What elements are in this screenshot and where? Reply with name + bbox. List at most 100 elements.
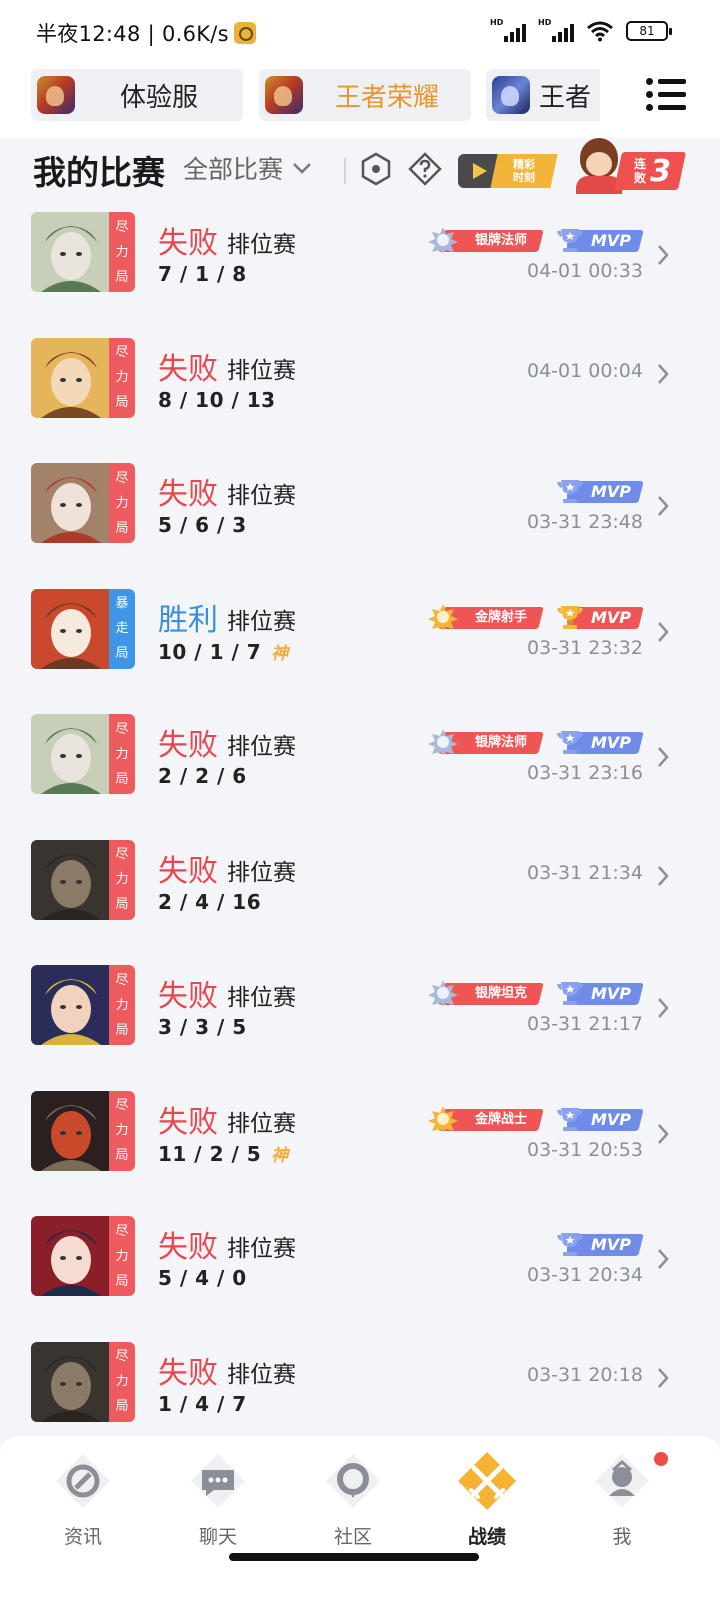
match-type: 排位赛 [227,608,296,635]
kda-score: 5 / 4 / 0 [158,1266,247,1290]
gold-medal-icon [427,1105,459,1133]
profile-icon [595,1454,649,1508]
silver-medal-icon [427,979,459,1007]
match-type: 排位赛 [227,357,296,384]
notification-dot [654,1452,668,1466]
kda-score: 10 / 1 / 7神 [158,639,289,664]
match-row[interactable]: 尽力局失败 排位赛 5 / 6 / 3 MVP 03-31 23:48 [0,453,720,579]
match-time: 03-31 20:34 [526,1264,643,1286]
match-type: 排位赛 [227,859,296,886]
match-row[interactable]: 尽力局失败 排位赛 2 / 2 / 6 银牌法师 MVP 03-31 23:16 [0,704,720,830]
match-time: 03-31 21:17 [526,1013,643,1035]
match-type: 排位赛 [227,232,296,258]
mode-tag: 尽力局 [109,1216,135,1296]
match-result: 失败 [158,853,218,889]
match-time: 03-31 20:53 [526,1138,643,1161]
wifi-icon [587,21,613,42]
match-badges: 金牌战士 MVP [427,1105,644,1133]
mvp-badge: MVP [553,477,644,505]
page-title: 我的比赛 [33,153,165,192]
match-row[interactable]: 尽力局失败 排位赛 5 / 4 / 0 MVP 03-31 20:34 [0,1206,720,1332]
match-type: 排位赛 [227,734,296,760]
tab-experience-server[interactable]: 体验服 [31,69,243,121]
hero-avatar: 尽力局 [31,1341,135,1422]
trophy-icon [555,979,585,1007]
chevron-right-icon [658,621,669,642]
chevron-right-icon [658,998,669,1018]
hero-portrait [31,1216,109,1296]
app-notification-icon [233,22,256,44]
match-result: 胜利 [158,602,218,638]
match-row[interactable]: 尽力局失败 排位赛 2 / 4 / 16 03-31 21:34 [0,830,720,956]
mode-tag: 尽力局 [109,463,135,543]
hero-portrait [31,839,109,920]
hero-avatar: 尽力局 [31,463,135,543]
chevron-right-icon [658,747,669,767]
match-time: 04-01 00:33 [526,260,643,282]
match-row[interactable]: 尽力局失败 排位赛 8 / 10 / 13 04-01 00:04 [0,328,720,454]
chevron-right-icon [658,245,669,265]
match-result: 失败 [158,477,218,512]
match-row[interactable]: 暴走局胜利 排位赛 10 / 1 / 7 神 金牌射手 MVP 03-31 23:32 [0,579,720,705]
chevron-right-icon [658,1123,669,1144]
help-icon[interactable] [408,152,442,186]
page-header: 我的比赛 全部比赛 精彩时刻 连败 3 [0,138,720,202]
kda-score: 2 / 4 / 16 [158,889,262,914]
kda-score: 5 / 6 / 3 [158,513,247,537]
cell-signal-icon: HD [490,18,526,42]
battery-icon: 81 [626,21,672,41]
match-badges: 银牌法师 MVP [427,728,644,756]
match-time: 03-31 23:48 [526,511,643,533]
status-indicators: HD HD 81 [490,18,672,44]
match-badges: MVP [553,477,644,505]
nav-community[interactable]: 社区 [293,1446,413,1556]
match-type: 排位赛 [227,1110,296,1137]
highlights-button[interactable]: 精彩时刻 [458,152,558,190]
nav-records[interactable]: 战绩 [427,1446,547,1556]
tab-honor-of-kings[interactable]: 王者荣耀 [259,69,471,121]
nav-chat[interactable]: 聊天 [158,1446,278,1556]
hero-portrait [31,212,109,292]
menu-icon[interactable] [646,76,686,114]
kda-score: 2 / 2 / 6 [158,764,247,788]
match-result: 失败 [158,1104,218,1140]
mode-tag: 暴走局 [109,588,135,669]
mvp-badge: MVP [553,728,644,756]
match-type: 排位赛 [227,1236,296,1262]
match-result: 失败 [158,728,218,763]
mvp-badge: MVP [553,979,644,1007]
status-bar: 半夜12:48 | 0.6K/s HD HD 81 [0,0,720,62]
match-row[interactable]: 尽力局失败 排位赛 3 / 3 / 5 银牌坦克 MVP 03-31 21:17 [0,955,720,1081]
tab-honor-other[interactable]: 王者 [486,69,600,121]
trophy-icon [555,226,585,254]
status-time: 半夜12:48 | 0.6K/s [36,18,256,48]
mode-tag: 尽力局 [109,337,135,418]
news-icon [56,1454,110,1508]
bottom-nav: 资讯 聊天 社区 战绩 我 [0,1436,720,1600]
hero-avatar: 暴走局 [31,588,135,669]
match-type: 排位赛 [227,1361,296,1388]
match-row[interactable]: 尽力局失败 排位赛 11 / 2 / 5 神 金牌战士 MVP 03-31 20:53 [0,1081,720,1207]
chevron-right-icon [658,496,669,516]
home-indicator[interactable] [229,1553,479,1561]
nav-news[interactable]: 资讯 [23,1446,143,1556]
rank-badge: 金牌射手 [427,603,544,631]
chat-icon [191,1454,245,1508]
kda-score: 7 / 1 / 8 [158,262,247,286]
game-switcher: 体验服 王者荣耀 王者 [0,62,720,138]
hero-portrait [31,588,109,669]
hexagon-settings-icon[interactable] [360,152,392,186]
divider [344,158,346,184]
trophy-icon [555,1105,585,1133]
nav-profile[interactable]: 我 [562,1446,682,1556]
losing-streak-badge[interactable]: 连败 3 [572,138,692,194]
hero-avatar: 尽力局 [31,212,135,292]
match-row[interactable]: 尽力局失败 排位赛 7 / 1 / 8 银牌法师 MVP 04-01 00:33 [0,202,720,328]
trophy-icon [555,477,585,505]
godlike-tag: 神 [271,643,289,664]
trophy-icon [555,1230,585,1258]
record-icon [458,1452,516,1510]
cell-signal-icon: HD [538,18,574,42]
match-filter-dropdown[interactable]: 全部比赛 [183,150,313,186]
chevron-down-icon [293,163,311,174]
